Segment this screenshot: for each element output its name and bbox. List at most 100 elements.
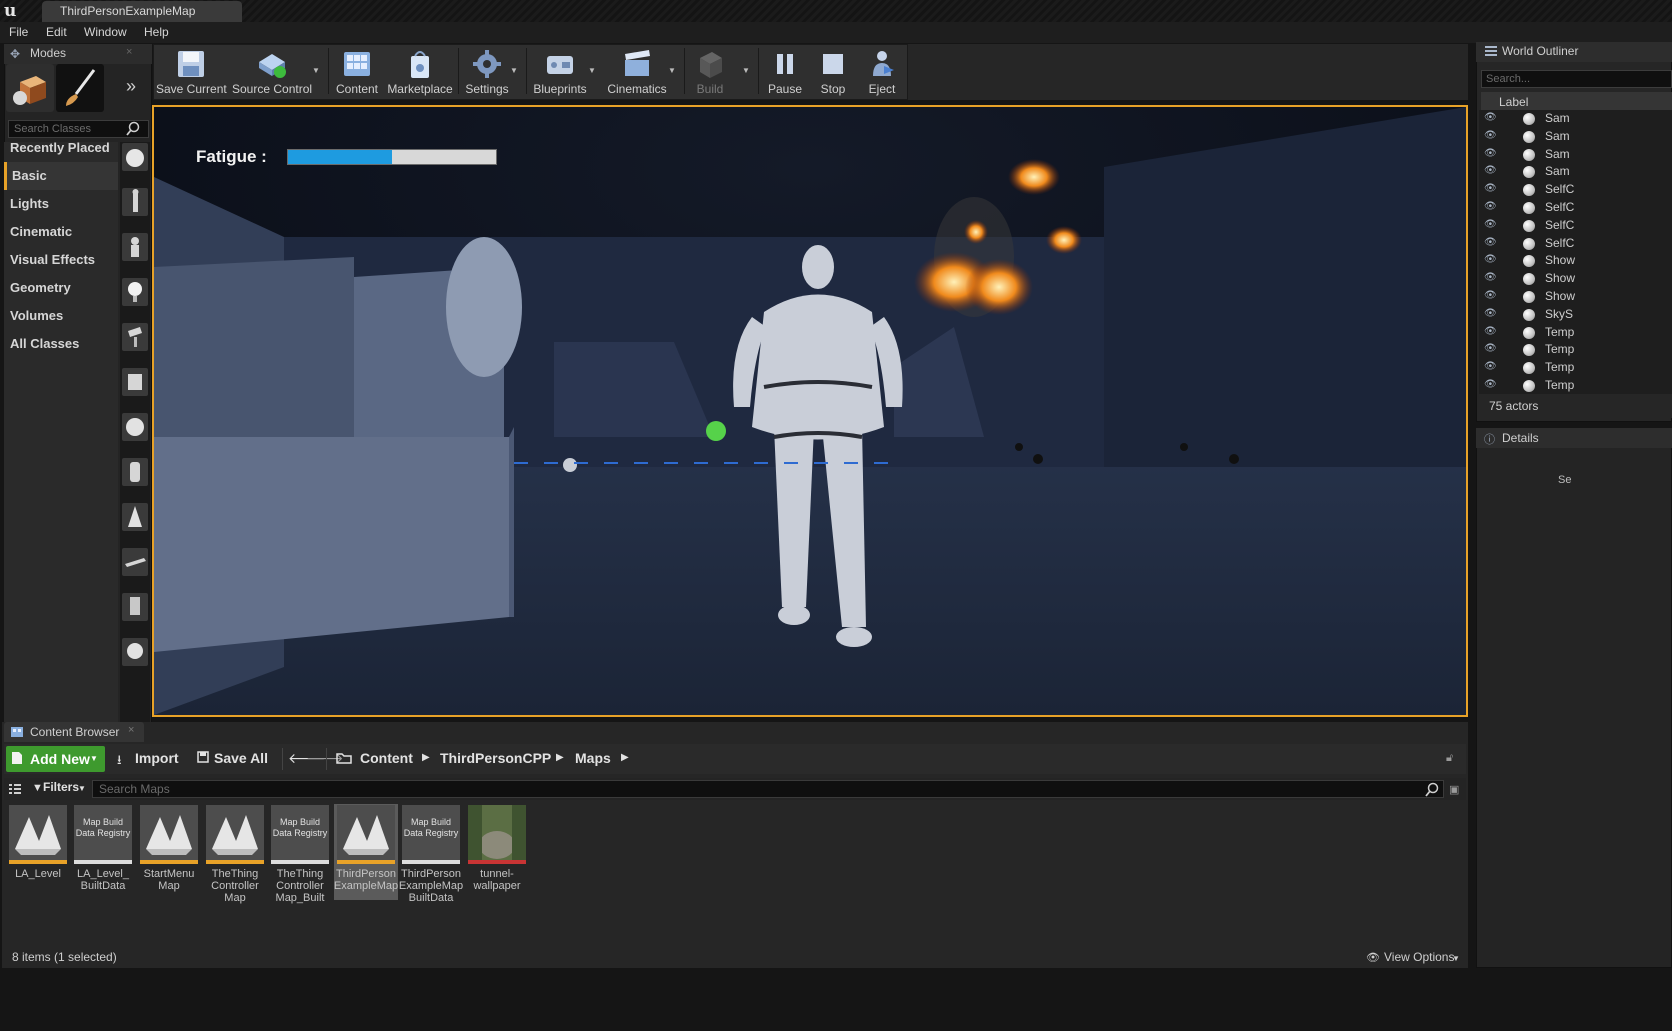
visibility-eye-icon[interactable]: 👁︎ [1484, 326, 1497, 337]
outliner-row[interactable]: 👁︎ Sam [1479, 163, 1672, 181]
outliner-row[interactable]: 👁︎ SelfC [1479, 217, 1672, 235]
settings-button[interactable]: Settings [462, 44, 512, 100]
outliner-row[interactable]: 👁︎ Show [1479, 252, 1672, 270]
menu-file[interactable]: File [9, 25, 28, 39]
outliner-row[interactable]: 👁︎ Temp [1479, 359, 1672, 377]
place-mode-button[interactable] [6, 64, 54, 112]
asset-la-level-builtdata[interactable]: Map Build Data Registry LA_Level_ BuiltD… [73, 804, 133, 900]
visibility-eye-icon[interactable]: 👁︎ [1484, 344, 1497, 354]
class-thumbnail[interactable] [122, 233, 148, 261]
chevron-down-icon[interactable]: ▼ [742, 66, 750, 75]
category-cinematic[interactable]: Cinematic [4, 218, 118, 246]
visibility-eye-icon[interactable]: 👁︎ [1484, 130, 1497, 141]
level-viewport[interactable] [152, 105, 1468, 717]
menu-edit[interactable]: Edit [46, 25, 67, 39]
visibility-eye-icon[interactable]: 👁︎ [1484, 148, 1497, 159]
outliner-row[interactable]: 👁︎ Show [1479, 288, 1672, 306]
category-basic[interactable]: Basic [4, 162, 118, 190]
view-options-button[interactable]: View Options [1384, 950, 1454, 964]
chevron-down-icon[interactable]: ▼ [510, 66, 518, 75]
paint-mode-button[interactable] [56, 64, 104, 112]
visibility-eye-icon[interactable]: 👁︎ [1484, 291, 1497, 301]
class-thumbnail[interactable] [122, 638, 148, 666]
chevron-down-icon[interactable]: ▼ [588, 66, 596, 75]
outliner-row[interactable]: 👁︎ SelfC [1479, 181, 1672, 199]
save-search-icon[interactable]: ▣ [1449, 783, 1459, 796]
breadcrumb-chevron-icon[interactable]: ▶ [621, 752, 629, 763]
category-all-classes[interactable]: All Classes [4, 330, 118, 358]
chevron-right-double-icon[interactable]: » [126, 76, 136, 97]
outliner-label-header[interactable]: Label [1481, 92, 1672, 112]
visibility-eye-icon[interactable]: 👁︎ [1484, 362, 1497, 372]
chevron-down-icon[interactable]: ▼ [1452, 954, 1460, 963]
visibility-eye-icon[interactable]: 👁︎ [1484, 166, 1497, 176]
breadcrumb-content[interactable]: Content [360, 750, 413, 766]
save-current-button[interactable]: Save Current [156, 44, 227, 100]
import-button[interactable]: Import [135, 750, 179, 766]
outliner-row[interactable]: 👁︎ Sam [1479, 128, 1672, 146]
outliner-row[interactable]: 👁︎ Temp [1479, 324, 1672, 342]
save-all-button[interactable]: Save All [214, 750, 268, 766]
close-icon[interactable]: × [126, 46, 132, 58]
asset-thirdperson-examplemap[interactable]: ThirdPerson ExampleMap [334, 804, 398, 900]
category-volumes[interactable]: Volumes [4, 302, 118, 330]
chevron-down-icon[interactable]: ▼ [312, 66, 320, 75]
visibility-eye-icon[interactable]: 👁︎ [1484, 113, 1497, 123]
visibility-eye-icon[interactable]: 👁︎ [1484, 308, 1497, 319]
sources-toggle-icon[interactable] [8, 782, 22, 796]
asset-thething-controller-map[interactable]: TheThing Controller Map [205, 804, 265, 904]
search-maps-input[interactable]: Search Maps [92, 780, 1444, 798]
class-thumbnail[interactable] [122, 188, 148, 216]
chevron-down-icon[interactable]: ▼ [78, 784, 86, 793]
visibility-eye-icon[interactable]: 👁︎ [1484, 255, 1497, 265]
category-lights[interactable]: Lights [4, 190, 118, 218]
class-thumbnail[interactable] [122, 458, 148, 486]
cinematics-button[interactable]: Cinematics [604, 44, 670, 100]
build-button[interactable]: Build [688, 44, 732, 100]
breadcrumb-chevron-icon[interactable]: ▶ [556, 752, 564, 763]
class-thumbnail[interactable] [122, 323, 148, 351]
chevron-down-icon[interactable]: ▼ [668, 66, 676, 75]
class-thumbnail[interactable] [122, 368, 148, 396]
stop-button[interactable]: Stop [812, 44, 854, 100]
outliner-row[interactable]: 👁︎ SelfC [1479, 235, 1672, 253]
chevron-down-icon[interactable]: ▼ [90, 754, 98, 763]
asset-la-level[interactable]: LA_Level [8, 804, 68, 900]
outliner-row[interactable]: 👁︎ SelfC [1479, 199, 1672, 217]
lock-icon[interactable]: 🔓︎ [1446, 752, 1453, 765]
outliner-row[interactable]: 👁︎ Show [1479, 270, 1672, 288]
breadcrumb-maps[interactable]: Maps [575, 750, 611, 766]
source-control-button[interactable]: Source Control [232, 44, 312, 100]
class-thumbnail[interactable] [122, 593, 148, 621]
tab-level[interactable]: ThirdPersonExampleMap [42, 1, 242, 22]
visibility-eye-icon[interactable]: 👁︎ [1484, 237, 1497, 248]
unreal-logo-icon[interactable]: u [4, 2, 22, 20]
outliner-row[interactable]: 👁︎ Sam [1479, 110, 1672, 128]
outliner-search-input[interactable]: Search... [1481, 70, 1672, 88]
eject-button[interactable]: Eject [860, 44, 904, 100]
category-geometry[interactable]: Geometry [4, 274, 118, 302]
asset-tunnel-wallpaper[interactable]: tunnel- wallpaper [467, 804, 527, 900]
class-thumbnail[interactable] [122, 278, 148, 306]
class-thumbnail[interactable] [122, 548, 148, 576]
outliner-row[interactable]: 👁︎ Sam [1479, 146, 1672, 164]
pause-button[interactable]: Pause [764, 44, 806, 100]
menu-help[interactable]: Help [144, 25, 169, 39]
visibility-eye-icon[interactable]: 👁︎ [1484, 202, 1497, 212]
menu-window[interactable]: Window [84, 25, 127, 39]
asset-thething-controller-map-built[interactable]: Map Build Data Registry TheThing Control… [270, 804, 330, 904]
class-thumbnail[interactable] [122, 503, 148, 531]
category-recently-placed[interactable]: Recently Placed [4, 134, 118, 162]
category-visual-effects[interactable]: Visual Effects [4, 246, 118, 274]
visibility-eye-icon[interactable]: 👁︎ [1484, 219, 1497, 230]
close-icon[interactable]: × [128, 724, 134, 736]
blueprints-button[interactable]: Blueprints [530, 44, 590, 100]
marketplace-button[interactable]: Marketplace [386, 44, 454, 100]
asset-thirdperson-examplemap-builtdata[interactable]: Map Build Data Registry ThirdPerson Exam… [399, 804, 463, 904]
visibility-eye-icon[interactable]: 👁︎ [1484, 380, 1497, 390]
class-thumbnail[interactable] [122, 143, 148, 171]
filters-button[interactable]: Filters [43, 780, 79, 794]
breadcrumb-chevron-icon[interactable]: ▶ [422, 752, 430, 763]
outliner-row[interactable]: 👁︎ SkyS [1479, 306, 1672, 324]
asset-startmenu-map[interactable]: StartMenu Map [139, 804, 199, 900]
